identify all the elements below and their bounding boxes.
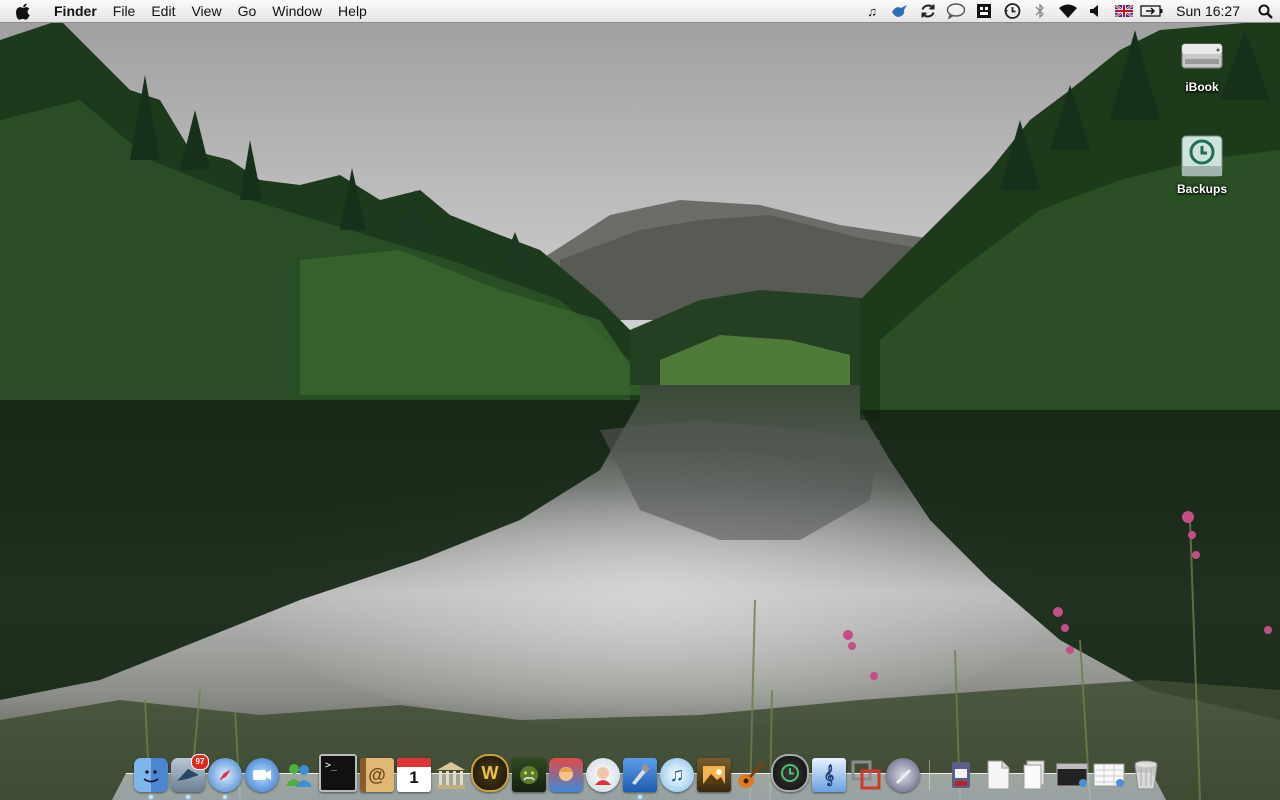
document-stack-icon[interactable] bbox=[1018, 758, 1052, 792]
script-editor-icon[interactable] bbox=[886, 758, 920, 792]
menu-bar: Finder File Edit View Go Window Help ♫ S… bbox=[0, 0, 1280, 23]
hard-drive-icon bbox=[1178, 30, 1226, 78]
safari-icon[interactable] bbox=[208, 758, 242, 799]
running-indicator bbox=[149, 795, 153, 799]
itunes-icon[interactable]: ♫ bbox=[660, 758, 694, 792]
time-machine-icon[interactable] bbox=[771, 754, 809, 792]
menu-finder[interactable]: Finder bbox=[46, 0, 105, 22]
menu-clock[interactable]: Sun 16:27 bbox=[1166, 0, 1250, 22]
running-indicator bbox=[186, 795, 190, 799]
library-icon[interactable] bbox=[434, 758, 468, 792]
apple-menu-icon[interactable] bbox=[0, 0, 46, 22]
menu-edit[interactable]: Edit bbox=[143, 0, 183, 22]
time-machine-icon[interactable] bbox=[998, 0, 1026, 22]
menu-view[interactable]: View bbox=[183, 0, 229, 22]
terminal-stack-icon[interactable] bbox=[1055, 758, 1089, 792]
menu-go[interactable]: Go bbox=[230, 0, 265, 22]
desktop-icon-label: Backups bbox=[1176, 182, 1228, 196]
ichat-icon[interactable] bbox=[245, 758, 279, 792]
mail-icon[interactable]: 97 bbox=[171, 754, 209, 799]
garageband-icon[interactable] bbox=[734, 758, 768, 792]
desktop-icon-label: iBook bbox=[1185, 80, 1219, 94]
desktop-wallpaper bbox=[0, 0, 1280, 800]
menu-bar-left: Finder File Edit View Go Window Help bbox=[0, 0, 375, 22]
menu-file[interactable]: File bbox=[105, 0, 144, 22]
orc-icon[interactable] bbox=[512, 758, 546, 792]
volume-icon[interactable] bbox=[1082, 0, 1110, 22]
spotlight-icon[interactable] bbox=[1250, 0, 1280, 22]
calendar-icon[interactable]: 1 bbox=[397, 758, 431, 792]
running-indicator bbox=[638, 795, 642, 799]
menu-window[interactable]: Window bbox=[264, 0, 330, 22]
parallels-icon[interactable] bbox=[849, 758, 883, 792]
mosaic-icon[interactable]: 𝄞 bbox=[812, 758, 846, 792]
time-machine-drive-icon bbox=[1178, 132, 1226, 180]
ukelele-icon[interactable] bbox=[586, 758, 620, 792]
uk-flag-icon[interactable] bbox=[1110, 0, 1138, 22]
dock-items: 97 >_ @ 1 W ♫ 𝄞 bbox=[134, 754, 1166, 799]
dock-separator bbox=[929, 760, 940, 790]
msn-icon[interactable] bbox=[282, 758, 316, 792]
trash-icon[interactable] bbox=[1129, 758, 1163, 792]
archive-icon[interactable] bbox=[944, 758, 978, 792]
xcode-icon[interactable] bbox=[623, 758, 657, 799]
bluetooth-icon[interactable] bbox=[1026, 0, 1054, 22]
address-book-icon[interactable]: @ bbox=[360, 758, 394, 792]
game-icon[interactable] bbox=[549, 758, 583, 792]
menu-help[interactable]: Help bbox=[330, 0, 375, 22]
document-icon[interactable] bbox=[981, 758, 1015, 792]
finder-icon[interactable] bbox=[134, 758, 168, 799]
warcraft-icon[interactable]: W bbox=[471, 754, 509, 792]
terminal-icon[interactable]: >_ bbox=[319, 754, 357, 792]
iphoto-icon[interactable] bbox=[697, 758, 731, 792]
battery-icon[interactable] bbox=[1138, 0, 1166, 22]
desktop-icon-backups[interactable]: Backups bbox=[1152, 132, 1252, 196]
calendar-day: 1 bbox=[409, 768, 419, 787]
wifi-icon[interactable] bbox=[1054, 0, 1082, 22]
mail-unread-badge: 97 bbox=[191, 754, 209, 770]
bird-icon[interactable] bbox=[886, 0, 914, 22]
sync-icon[interactable] bbox=[914, 0, 942, 22]
running-indicator bbox=[223, 795, 227, 799]
remote-icon[interactable] bbox=[970, 0, 998, 22]
sheet-stack-icon[interactable] bbox=[1092, 758, 1126, 792]
chat-bubble-icon[interactable] bbox=[942, 0, 970, 22]
itunes-note-icon[interactable]: ♫ bbox=[858, 0, 886, 22]
dock: 97 >_ @ 1 W ♫ 𝄞 bbox=[112, 754, 1166, 800]
menu-bar-extras: ♫ Sun 16:27 bbox=[858, 0, 1280, 22]
desktop-icon-ibook[interactable]: iBook bbox=[1152, 30, 1252, 94]
